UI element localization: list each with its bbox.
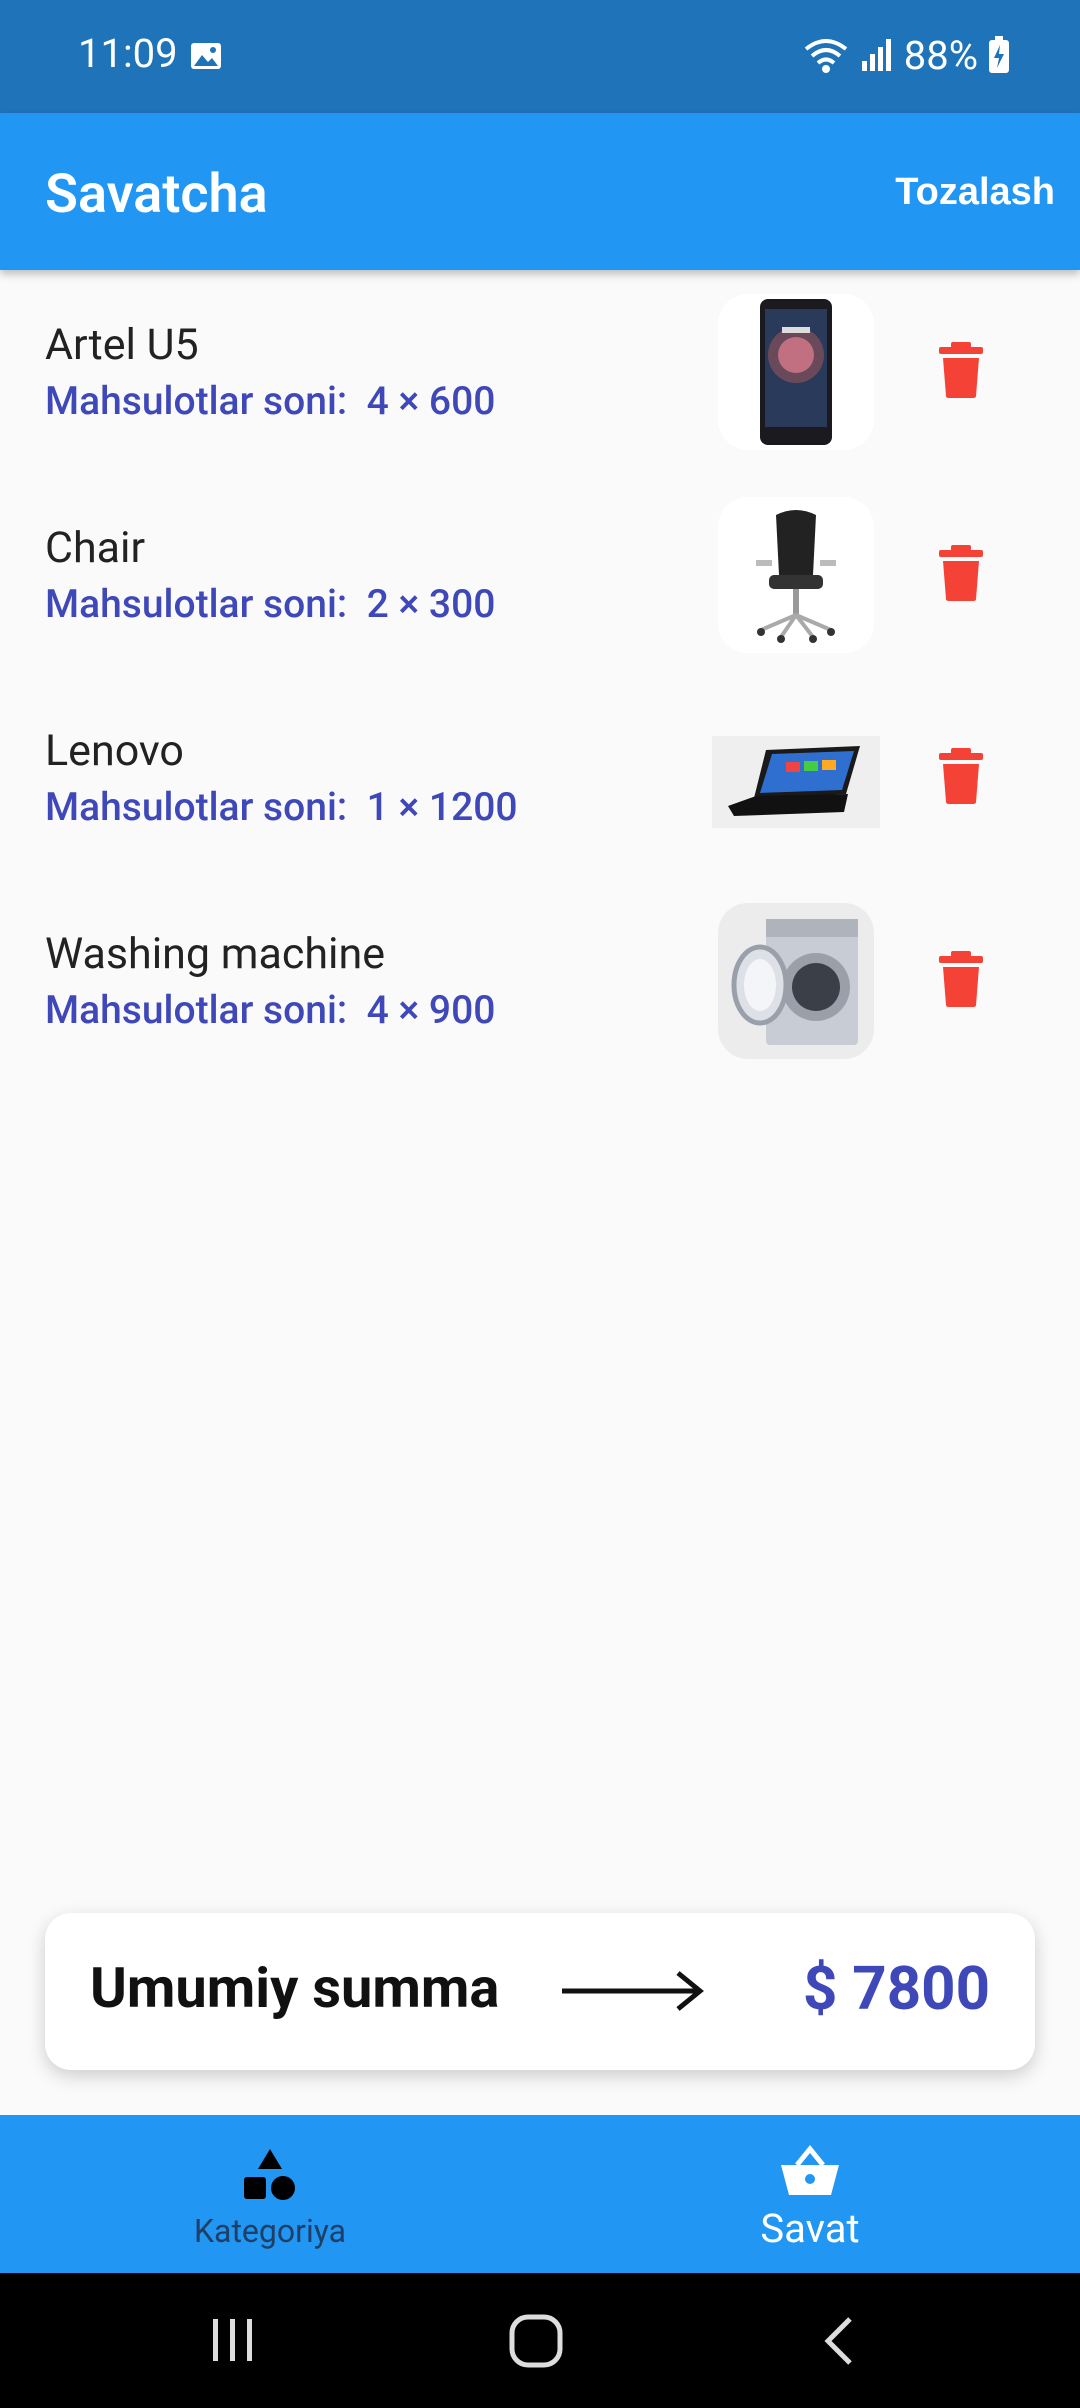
cart-item: Lenovo Mahsulotlar soni: 1 × 1200	[0, 696, 1080, 899]
delete-icon[interactable]	[935, 746, 987, 806]
nav-label: Kategoriya	[193, 2212, 347, 2250]
qty-value: 1 × 1200	[366, 784, 518, 830]
item-image-chair	[718, 497, 874, 653]
system-nav-bar	[0, 2273, 1080, 2408]
item-name: Artel U5	[45, 320, 199, 370]
bottom-nav: Kategoriya Savat	[0, 2115, 1080, 2273]
total-label: Umumiy summa	[90, 1955, 500, 2021]
qty-value: 4 × 900	[366, 987, 496, 1033]
qty-value: 4 × 600	[366, 378, 496, 424]
item-quantity: Mahsulotlar soni: 4 × 600	[45, 378, 495, 424]
status-right: 88%	[802, 30, 1010, 80]
item-image-laptop	[712, 736, 880, 828]
arrow-right-icon	[562, 1971, 704, 2011]
qty-prefix: Mahsulotlar soni:	[45, 987, 348, 1033]
nav-item-savat[interactable]: Savat	[540, 2115, 1080, 2273]
qty-value: 2 × 300	[366, 581, 496, 627]
battery-percent: 88%	[903, 31, 978, 79]
status-bar: 11:09 88%	[0, 0, 1080, 113]
item-name: Chair	[45, 523, 146, 573]
total-card: Umumiy summa $ 7800	[45, 1913, 1035, 2070]
laptop-image	[728, 746, 860, 816]
item-image-phone	[718, 294, 874, 450]
recent-apps-icon[interactable]	[208, 2315, 258, 2365]
status-time: 11:09	[78, 30, 178, 77]
item-name: Washing machine	[45, 929, 386, 979]
cart-item: Chair Mahsulotlar soni: 2 × 300	[0, 493, 1080, 696]
app-bar: Savatcha Tozalash	[0, 113, 1080, 270]
nav-label: Savat	[760, 2205, 860, 2252]
basket-icon	[781, 2145, 839, 2195]
back-icon[interactable]	[820, 2315, 860, 2367]
cart-item: Artel U5 Mahsulotlar soni: 4 × 600	[0, 290, 1080, 493]
home-icon[interactable]	[508, 2313, 564, 2369]
washing-machine-image	[731, 919, 858, 1045]
category-icon	[244, 2149, 295, 2200]
cart-item: Washing machine Mahsulotlar soni: 4 × 90…	[0, 899, 1080, 1102]
gallery-icon	[191, 43, 221, 69]
qty-prefix: Mahsulotlar soni:	[45, 784, 348, 830]
qty-prefix: Mahsulotlar soni:	[45, 581, 348, 627]
nav-item-kategoriya[interactable]: Kategoriya	[0, 2115, 540, 2273]
signal-icon	[861, 39, 891, 71]
battery-charging-icon	[989, 36, 1009, 73]
delete-icon[interactable]	[935, 340, 987, 400]
wifi-icon	[804, 39, 847, 73]
delete-icon[interactable]	[935, 949, 987, 1009]
total-value: $ 7800	[802, 1953, 990, 2024]
item-quantity: Mahsulotlar soni: 2 × 300	[45, 581, 495, 627]
cart-list: Artel U5 Mahsulotlar soni: 4 × 600 Chair	[0, 290, 1080, 1102]
delete-icon[interactable]	[935, 543, 987, 603]
item-quantity: Mahsulotlar soni: 4 × 900	[45, 987, 495, 1033]
chair-image	[756, 510, 836, 643]
phone-image	[760, 299, 832, 445]
qty-prefix: Mahsulotlar soni:	[45, 378, 348, 424]
item-image-washing-machine	[718, 903, 874, 1059]
clear-cart-button[interactable]: Tozalash	[895, 171, 1055, 214]
item-quantity: Mahsulotlar soni: 1 × 1200	[45, 784, 518, 830]
item-name: Lenovo	[45, 726, 184, 776]
page-title: Savatcha	[45, 163, 268, 226]
